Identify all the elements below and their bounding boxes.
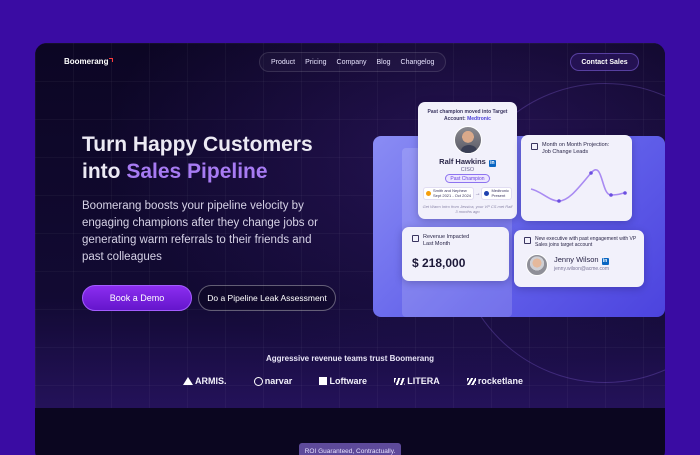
from-company: Smith and Nephew Sept 2021 - Oct 2024 [423, 187, 475, 200]
narvar-logo: narvar [253, 376, 292, 386]
armis-icon [183, 377, 193, 385]
heading-line1: Turn Happy Customers [82, 133, 313, 156]
revenue-title: Revenue Impacted Last Month [423, 234, 470, 247]
book-demo-button[interactable]: Book a Demo [82, 285, 192, 311]
executive-name: Jenny Wilson in [554, 255, 609, 265]
status-badge: Past Champion [445, 174, 490, 183]
heading-accent: Sales Pipeline [126, 160, 268, 183]
executive-email: jenny.wilson@acme.com [554, 266, 610, 272]
champion-role: CISO [460, 167, 475, 173]
linkedin-icon[interactable]: in [488, 160, 496, 167]
projection-title: Month on Month Projection: Job Change Lea… [542, 142, 610, 155]
linkedin-icon[interactable]: in [601, 258, 609, 265]
to-company: Medtronic Present [481, 187, 512, 200]
chart-point [609, 193, 613, 197]
nav-item-blog[interactable]: Blog [377, 59, 391, 66]
pipeline-assessment-button[interactable]: Do a Pipeline Leak Assessment [198, 285, 336, 311]
arrow-right-icon: → [474, 190, 481, 197]
page-container: Boomerang Product Pricing Company Blog C… [35, 43, 665, 455]
revenue-card: Revenue Impacted Last Month $ 218,000 [402, 227, 509, 281]
heading-line2: into Sales Pipeline [82, 158, 372, 185]
medtronic-icon [484, 191, 490, 196]
hero-heading: Turn Happy Customers into Sales Pipeline [82, 131, 372, 185]
projection-line-chart [530, 169, 627, 203]
chart-point [589, 171, 593, 175]
litera-icon [394, 377, 406, 385]
job-change-row: Smith and Nephew Sept 2021 - Oct 2024 → M… [423, 186, 512, 201]
trust-heading: Aggressive revenue teams trust Boomerang [265, 354, 435, 363]
projection-card: Month on Month Projection: Job Change Lea… [521, 135, 632, 221]
brand-logo[interactable]: Boomerang [64, 57, 114, 66]
smith-nephew-icon [426, 191, 431, 196]
heading-prefix: into [82, 160, 127, 183]
customer-logos: ARMIS. narvar Loftware LITERA rocketlane [183, 376, 523, 386]
rocketlane-logo: rocketlane [466, 376, 523, 386]
avatar [454, 126, 482, 154]
executive-card: New executive with past engagement with … [514, 230, 644, 287]
roi-badge: ROI Guaranteed, Contractually. [299, 443, 401, 455]
loftware-icon [319, 377, 328, 385]
litera-logo: LITERA [394, 376, 440, 386]
champion-card-title: Past champion moved into Target Account:… [427, 109, 508, 122]
champion-card: Past champion moved into Target Account:… [418, 102, 517, 219]
revenue-value: $ 218,000 [412, 256, 466, 270]
narvar-icon [253, 376, 263, 386]
avatar [526, 254, 548, 276]
rocketlane-icon [466, 377, 476, 385]
nav-item-changelog[interactable]: Changelog [401, 59, 435, 66]
nav-item-product[interactable]: Product [271, 59, 295, 66]
executive-card-title: New executive with past engagement with … [535, 236, 637, 248]
briefcase-icon [412, 235, 419, 242]
top-nav: Product Pricing Company Blog Changelog [259, 52, 447, 72]
contact-sales-button[interactable]: Contact Sales [570, 53, 639, 71]
hero-section: Boomerang Product Pricing Company Blog C… [35, 43, 665, 408]
boomerang-icon [109, 57, 114, 62]
nav-item-pricing[interactable]: Pricing [305, 59, 326, 66]
chart-icon [531, 143, 538, 150]
loftware-logo: Loftware [319, 376, 367, 386]
champion-name: Ralf Hawkins in [439, 157, 496, 167]
chart-point [623, 191, 627, 195]
calendar-icon [524, 237, 531, 244]
armis-logo: ARMIS. [183, 376, 227, 386]
warm-intro-note: Get Warm Intro from Jessica, your VP CS … [422, 204, 513, 214]
brand-name: Boomerang [64, 57, 109, 66]
hero-description: Boomerang boosts your pipeline velocity … [82, 200, 318, 263]
nav-item-company[interactable]: Company [337, 59, 367, 66]
chart-point [557, 199, 561, 203]
